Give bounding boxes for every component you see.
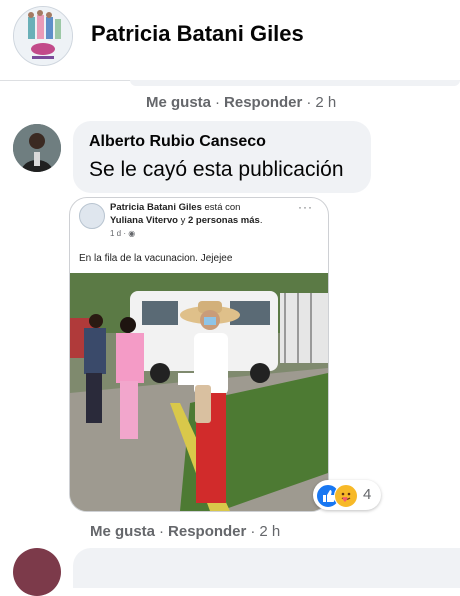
next-commenter-avatar[interactable] — [13, 548, 61, 596]
top-comment-actions: Me gusta · Responder · 2 h — [146, 94, 336, 111]
timestamp[interactable]: 2 h — [315, 94, 336, 111]
attached-screenshot[interactable]: Patricia Batani Giles está con Yuliana V… — [69, 197, 329, 512]
avatar-image — [13, 124, 61, 172]
separator: · — [159, 523, 165, 540]
like-link[interactable]: Me gusta — [146, 94, 211, 111]
comment-author[interactable]: Alberto Rubio Canseco — [89, 133, 266, 151]
reply-link[interactable]: Responder — [168, 523, 246, 540]
globe-icon: ◉ — [128, 229, 136, 238]
like-link[interactable]: Me gusta — [90, 523, 155, 540]
others-count: 2 personas más — [187, 215, 260, 226]
separator: · — [306, 94, 312, 111]
care-icon — [334, 484, 358, 508]
reply-link[interactable]: Responder — [224, 94, 302, 111]
post-author-line: Patricia Batani Giles está con — [110, 202, 240, 213]
post-header: Patricia Batani Giles — [0, 0, 460, 81]
comment-actions: Me gusta · Responder · 2 h — [90, 523, 280, 540]
post-tagged-line: Yuliana Vitervo y 2 personas más. — [110, 215, 262, 226]
comment-bubble: Alberto Rubio Canseco Se le cayó esta pu… — [73, 121, 371, 193]
end-dot: . — [259, 215, 263, 226]
with-text: está con — [204, 202, 241, 213]
post-caption: En la fila de la vacunacion. Jejejee — [79, 253, 233, 264]
timestamp[interactable]: 2 h — [259, 523, 280, 540]
tagged-person: Yuliana Vitervo — [110, 215, 178, 226]
vaccination-photo — [70, 273, 328, 511]
separator: · — [250, 523, 256, 540]
post-author: Patricia Batani Giles — [110, 202, 202, 213]
commenter-avatar[interactable] — [13, 124, 61, 172]
post-time-text: 1 d · — [110, 229, 127, 238]
reaction-count: 4 — [363, 486, 372, 503]
avatar-image — [14, 7, 72, 65]
post-time: 1 d · ◉ — [110, 229, 135, 238]
reactions-summary[interactable]: 4 — [313, 480, 381, 510]
post-author-avatar — [79, 203, 105, 229]
next-comment-bubble — [73, 548, 460, 588]
profile-name[interactable]: Patricia Batani Giles — [91, 21, 304, 47]
more-options-icon: ··· — [298, 200, 313, 214]
previous-comment-bubble-edge — [130, 80, 460, 86]
separator: · — [215, 94, 221, 111]
and-text: y — [180, 215, 186, 226]
comment-text: Se le cayó esta publicación — [89, 158, 344, 181]
profile-avatar[interactable] — [13, 6, 73, 66]
